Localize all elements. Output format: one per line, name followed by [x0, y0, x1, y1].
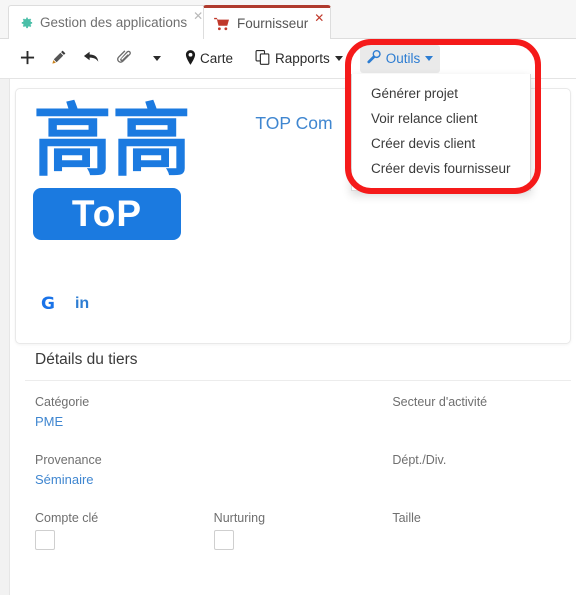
company-logo: 高高 ToP: [33, 95, 208, 240]
tab-bar: Gestion des applications ✕ Fournisseur ✕: [0, 0, 576, 39]
field-label: Secteur d'activité: [392, 395, 488, 409]
nurturing-checkbox[interactable]: [213, 530, 234, 550]
carte-label: Carte: [200, 51, 234, 66]
sidebar-item-fournisseur[interactable]: Fournisseur ✕: [203, 5, 332, 39]
caret-down-icon: [334, 56, 343, 61]
rapports-label: Rapports: [275, 51, 330, 66]
field-value[interactable]: [392, 414, 571, 431]
field-label: Catégorie: [35, 395, 90, 409]
field-label: Taille: [392, 511, 421, 525]
menu-item-creer-devis-client[interactable]: Créer devis client: [352, 131, 530, 156]
field-value[interactable]: PME: [35, 414, 214, 431]
gear-icon: [19, 16, 33, 30]
field-provenance: Provenance Séminaire: [35, 453, 214, 489]
compte-cle-checkbox[interactable]: [35, 530, 55, 550]
more-button[interactable]: [141, 45, 168, 73]
field-nurturing: Nurturing: [213, 511, 393, 550]
field-categorie: Catégorie PME: [35, 395, 214, 431]
field-compte-cle: Compte clé: [35, 511, 214, 550]
add-button[interactable]: [13, 45, 42, 73]
social-links: G in: [41, 294, 89, 314]
paperclip-icon: [116, 49, 132, 68]
linkedin-icon[interactable]: in: [75, 295, 89, 313]
field-row: Compte clé Nurturing Taille: [25, 511, 571, 560]
field-row: Catégorie PME Secteur d'activité: [25, 395, 571, 441]
tab-label: Fournisseur: [237, 16, 309, 31]
caret-down-icon: [425, 56, 434, 61]
field-value[interactable]: Séminaire: [35, 472, 214, 489]
pencil-icon: [51, 49, 67, 68]
map-marker-icon: [185, 49, 196, 68]
reply-arrow-icon: [83, 49, 100, 68]
plus-icon: [20, 50, 35, 68]
caret-down-icon: [153, 56, 161, 61]
carte-button[interactable]: Carte: [178, 45, 240, 73]
details-panel-title: Détails du tiers: [35, 351, 138, 368]
field-secteur-activite: Secteur d'activité: [392, 395, 571, 431]
outils-label: Outils: [385, 51, 421, 66]
field-label: Compte clé: [35, 511, 99, 525]
toolbar: Carte Rapports Outils: [0, 39, 576, 79]
logo-badge-text: ToP: [33, 187, 181, 240]
field-label: Nurturing: [213, 511, 266, 525]
sidebar-item-gestion-des-applications[interactable]: Gestion des applications ✕: [8, 5, 211, 39]
edit-button[interactable]: [44, 45, 74, 73]
shopping-cart-icon: [214, 17, 230, 31]
wrench-icon: [367, 49, 382, 68]
google-icon[interactable]: G: [41, 294, 55, 314]
menu-item-creer-devis-fournisseur[interactable]: Créer devis fournisseur: [352, 156, 530, 181]
close-icon[interactable]: ✕: [314, 12, 324, 24]
rapports-button[interactable]: Rapports: [248, 45, 350, 73]
field-value[interactable]: [392, 472, 571, 489]
field-row: Provenance Séminaire Dépt./Div.: [25, 453, 571, 499]
field-taille: Taille: [392, 511, 571, 550]
attach-button[interactable]: [109, 45, 139, 73]
outils-button[interactable]: Outils: [359, 44, 441, 73]
field-value: [214, 400, 393, 417]
divider: [25, 380, 571, 381]
tab-label: Gestion des applications: [40, 15, 188, 30]
menu-item-generer-projet[interactable]: Générer projet: [352, 81, 530, 106]
field-blank-1: [214, 395, 393, 431]
field-dept-div: Dépt./Div.: [392, 453, 571, 489]
details-panel: Détails du tiers Catégorie PME Secteur d…: [25, 351, 571, 560]
outils-dropdown-menu: Générer projet Voir relance client Créer…: [351, 74, 531, 191]
left-gutter-strip: [0, 0, 10, 595]
field-label: Provenance: [35, 453, 102, 467]
field-blank-2: [214, 453, 393, 489]
field-value: [214, 458, 393, 475]
menu-item-voir-relance-client[interactable]: Voir relance client: [352, 106, 530, 131]
reply-button[interactable]: [76, 45, 107, 73]
logo-cjk-text: 高高: [33, 95, 191, 187]
copy-files-icon: [255, 49, 271, 68]
field-value[interactable]: [392, 530, 571, 547]
close-icon[interactable]: ✕: [193, 10, 203, 22]
field-label: Dépt./Div.: [392, 453, 447, 467]
